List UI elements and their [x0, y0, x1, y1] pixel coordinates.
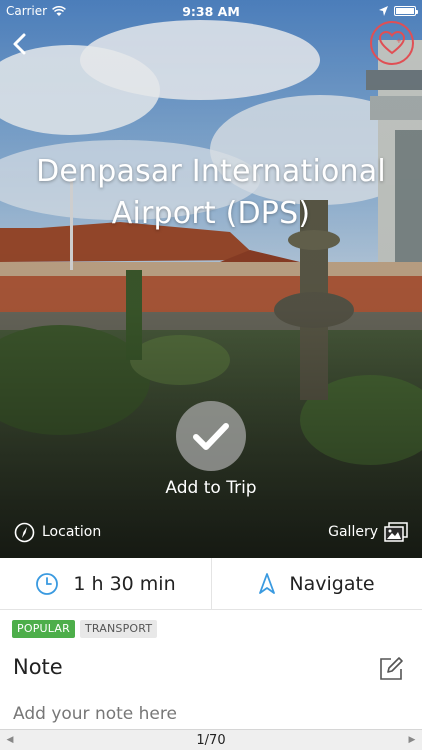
tag-popular: POPULAR	[12, 620, 75, 638]
back-chevron-icon	[13, 33, 26, 55]
location-label: Location	[42, 524, 102, 540]
pager-bar: ◀ 1/70 ▶	[0, 729, 422, 750]
tag-transport: TRANSPORT	[79, 620, 158, 638]
battery-icon	[394, 6, 418, 16]
edit-icon	[380, 657, 403, 680]
place-title: Denpasar International Airport (DPS)	[0, 151, 422, 235]
navigate-button[interactable]: Navigate	[211, 558, 422, 610]
note-input[interactable]	[13, 700, 393, 728]
add-to-trip-label[interactable]: Add to Trip	[0, 478, 422, 498]
compass-icon	[14, 522, 35, 542]
clock-icon	[36, 573, 59, 595]
pager-next-icon[interactable]: ▶	[406, 735, 418, 745]
navigation-arrow-icon	[259, 573, 276, 594]
note-heading: Note	[13, 655, 63, 679]
info-row: 1 h 30 min Navigate	[0, 558, 422, 610]
hero-photo	[0, 0, 422, 558]
gallery-label: Gallery	[328, 524, 378, 540]
checkmark-icon	[193, 423, 229, 450]
wifi-icon	[52, 5, 66, 16]
airport-photo	[0, 0, 422, 558]
svg-text:+: +	[396, 37, 402, 45]
carrier-label: Carrier	[6, 4, 48, 18]
gallery-icon	[384, 522, 408, 542]
heart-icon: +	[379, 31, 405, 55]
edit-note-button[interactable]	[378, 656, 404, 682]
pager-prev-icon[interactable]: ◀	[4, 735, 16, 745]
favorite-button[interactable]: +	[370, 21, 414, 65]
location-button[interactable]: Location	[14, 521, 101, 543]
place-title-line-2: Airport (DPS)	[111, 196, 311, 231]
duration-cell: 1 h 30 min	[0, 558, 211, 610]
status-bar: Carrier 9:38 AM	[0, 0, 422, 22]
navigate-label: Navigate	[289, 573, 375, 595]
location-services-icon	[379, 6, 388, 16]
gallery-button[interactable]: Gallery	[328, 521, 408, 543]
tag-list: POPULAR TRANSPORT	[12, 620, 158, 638]
duration-text: 1 h 30 min	[73, 573, 176, 595]
place-title-line-1: Denpasar International	[36, 154, 386, 189]
add-to-trip-button[interactable]	[176, 401, 246, 471]
back-button[interactable]	[8, 30, 34, 60]
pager-indicator: 1/70	[196, 732, 226, 748]
